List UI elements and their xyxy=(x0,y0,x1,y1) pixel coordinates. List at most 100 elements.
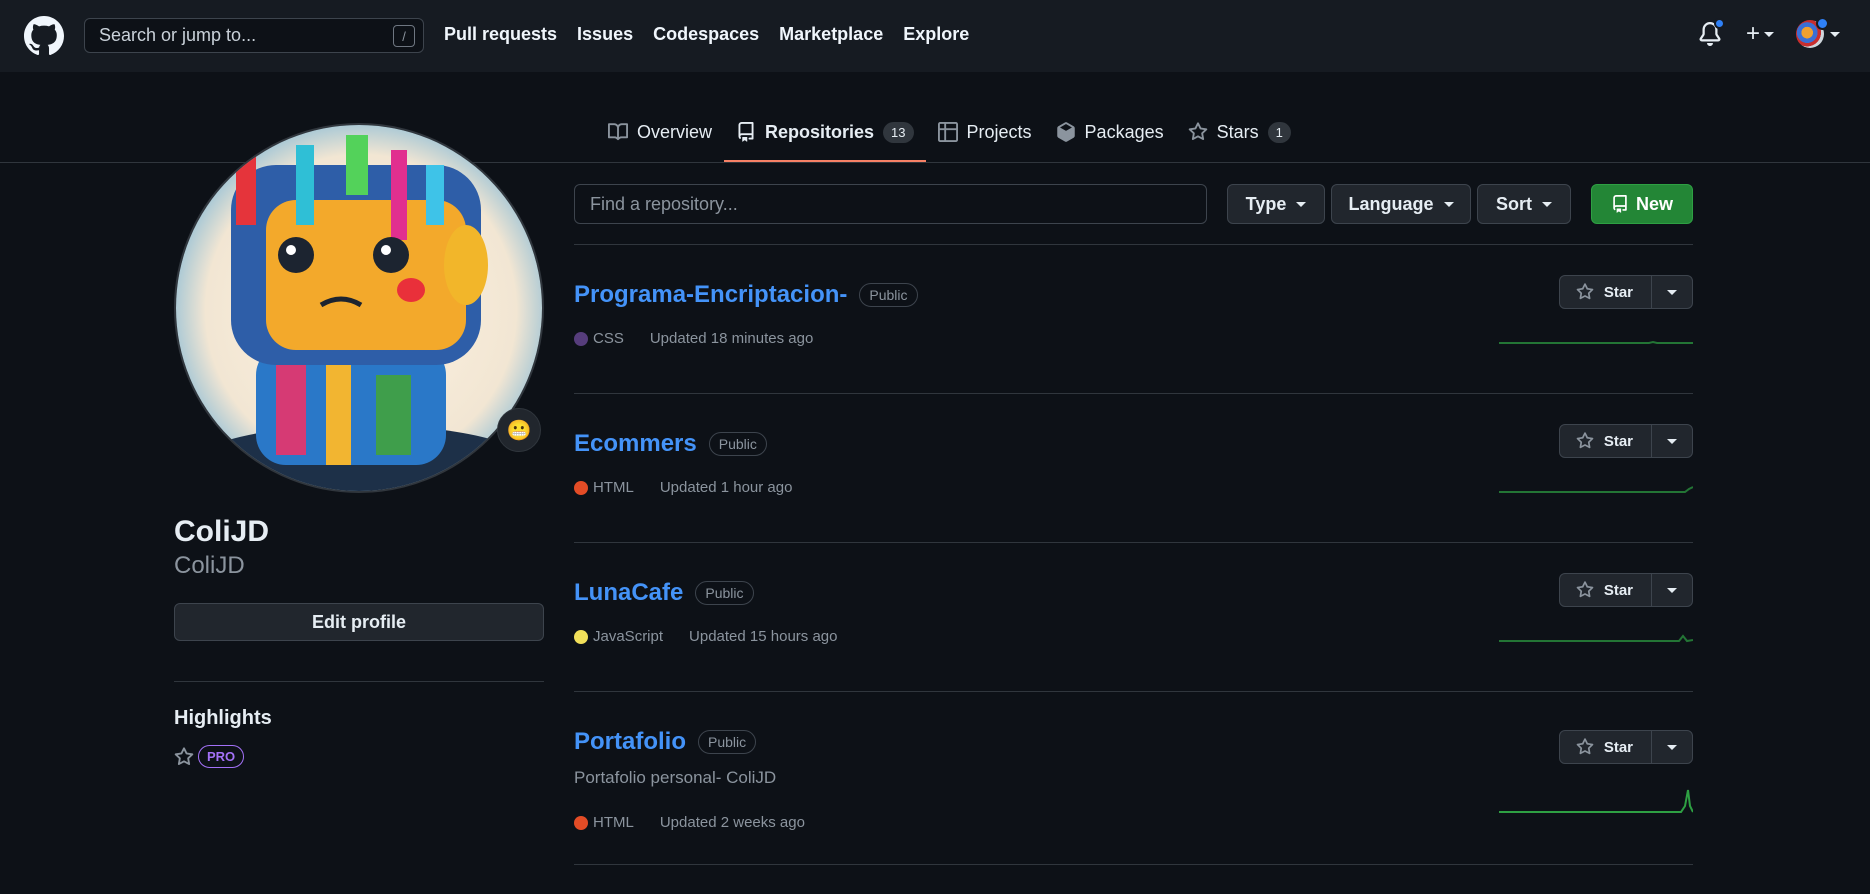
star-list-dropdown[interactable] xyxy=(1652,276,1692,308)
updated-time: Updated 1 hour ago xyxy=(659,479,793,496)
notification-dot xyxy=(1713,18,1725,29)
repo-name-link[interactable]: Portafolio xyxy=(574,728,686,756)
repo-title-row: Ecommers Public xyxy=(574,430,767,458)
star-label: Star xyxy=(1603,738,1633,756)
sort-button[interactable]: Sort xyxy=(1477,184,1571,224)
star-button[interactable]: Star xyxy=(1560,276,1652,308)
notifications-bell-icon[interactable] xyxy=(1696,18,1725,48)
top-header: Search or jump to... / Pull requests Iss… xyxy=(0,0,1870,72)
repo-name-link[interactable]: Programa-Encriptacion- xyxy=(574,281,847,309)
chevron-down-icon xyxy=(1542,201,1552,207)
global-nav: Pull requests Issues Codespaces Marketpl… xyxy=(444,24,969,45)
repo-item: Portafolio Public Portafolio personal- C… xyxy=(574,692,1693,865)
star-icon xyxy=(1576,283,1594,300)
activity-sparkline xyxy=(1499,789,1693,813)
updated-time: Updated 2 weeks ago xyxy=(659,814,805,831)
star-list-dropdown[interactable] xyxy=(1652,574,1692,606)
tab-label: Stars xyxy=(1216,121,1259,142)
shortcut-key-badge: / xyxy=(393,25,415,47)
tab-stars[interactable]: Stars 1 xyxy=(1176,112,1303,152)
star-button[interactable]: Star xyxy=(1560,425,1652,457)
star-icon xyxy=(1576,738,1594,755)
chevron-down-icon xyxy=(1667,587,1677,593)
repo-title-row: Portafolio Public xyxy=(574,728,757,756)
nav-explore[interactable]: Explore xyxy=(903,24,969,45)
repo-name-link[interactable]: LunaCafe xyxy=(574,579,683,607)
star-label: Star xyxy=(1603,283,1633,301)
language-filter-button[interactable]: Language xyxy=(1331,184,1471,224)
updated-time: Updated 18 minutes ago xyxy=(649,330,814,347)
repo-meta: CSS Updated 18 minutes ago xyxy=(574,330,813,347)
repo-meta: HTML Updated 2 weeks ago xyxy=(574,814,805,831)
language-label: CSS xyxy=(593,330,624,347)
star-button-group: Star xyxy=(1558,424,1693,458)
language-color-dot xyxy=(574,815,588,830)
star-button-group: Star xyxy=(1558,275,1693,309)
repo-title-row: LunaCafe Public xyxy=(574,579,754,607)
activity-sparkline xyxy=(1499,486,1693,493)
chevron-down-icon xyxy=(1667,438,1677,444)
plus-icon: + xyxy=(1745,20,1760,47)
repo-meta: HTML Updated 1 hour ago xyxy=(574,479,792,496)
visibility-badge: Public xyxy=(695,581,754,605)
star-icon xyxy=(1576,432,1594,449)
repo-language: HTML xyxy=(574,479,634,496)
set-status-button[interactable]: 😬 xyxy=(497,408,541,452)
tab-projects[interactable]: Projects xyxy=(926,112,1044,152)
book-icon xyxy=(608,123,628,141)
repo-icon xyxy=(1613,195,1627,213)
nav-pull-requests[interactable]: Pull requests xyxy=(444,24,557,45)
highlights-heading: Highlights xyxy=(174,707,272,729)
repo-count-badge: 13 xyxy=(883,121,914,143)
status-emoji: 😬 xyxy=(506,419,532,442)
language-label: HTML xyxy=(593,479,634,496)
edit-profile-button[interactable]: Edit profile xyxy=(174,603,544,641)
star-label: Star xyxy=(1603,581,1633,599)
chevron-down-icon xyxy=(1443,201,1454,207)
repo-icon xyxy=(738,122,754,142)
tab-repositories[interactable]: Repositories 13 xyxy=(724,112,926,162)
repo-item: LunaCafe Public JavaScript Updated 15 ho… xyxy=(574,543,1693,692)
tab-overview[interactable]: Overview xyxy=(596,112,724,152)
avatar xyxy=(1796,17,1829,48)
user-menu[interactable] xyxy=(1796,17,1840,48)
github-logo-icon[interactable] xyxy=(24,16,64,56)
search-input[interactable]: Search or jump to... / xyxy=(84,18,424,53)
sidebar-divider xyxy=(174,681,544,682)
chevron-down-icon xyxy=(1667,744,1677,750)
visibility-badge: Public xyxy=(708,432,767,456)
star-list-dropdown[interactable] xyxy=(1652,425,1692,457)
repo-name-link[interactable]: Ecommers xyxy=(574,430,697,458)
activity-sparkline xyxy=(1499,634,1693,643)
find-repository-input[interactable]: Find a repository... xyxy=(574,184,1207,224)
pro-badge: PRO xyxy=(198,745,245,768)
highlights-row: PRO xyxy=(174,745,245,768)
search-placeholder: Search or jump to... xyxy=(99,25,257,45)
type-filter-button[interactable]: Type xyxy=(1227,184,1325,224)
status-dot xyxy=(1816,17,1829,30)
star-button-group: Star xyxy=(1558,573,1693,607)
star-button[interactable]: Star xyxy=(1560,574,1652,606)
language-label: HTML xyxy=(593,814,634,831)
nav-codespaces[interactable]: Codespaces xyxy=(653,24,759,45)
repo-language: JavaScript xyxy=(574,628,663,645)
star-icon xyxy=(1188,122,1207,141)
star-icon xyxy=(1576,581,1594,598)
package-icon xyxy=(1056,122,1075,142)
tab-packages[interactable]: Packages xyxy=(1044,112,1176,152)
stars-count-badge: 1 xyxy=(1267,121,1291,143)
tab-label: Overview xyxy=(637,121,713,142)
tab-label: Packages xyxy=(1084,121,1164,142)
nav-issues[interactable]: Issues xyxy=(577,24,633,45)
create-new-dropdown[interactable]: + xyxy=(1746,20,1774,48)
header-actions: + xyxy=(1696,17,1840,48)
table-icon xyxy=(937,122,958,142)
star-button[interactable]: Star xyxy=(1560,731,1652,763)
chevron-down-icon xyxy=(1764,31,1774,37)
new-repository-button[interactable]: New xyxy=(1591,184,1693,224)
repo-item: Programa-Encriptacion- Public CSS Update… xyxy=(574,245,1693,394)
nav-marketplace[interactable]: Marketplace xyxy=(779,24,883,45)
star-list-dropdown[interactable] xyxy=(1652,731,1692,763)
tab-label: Repositories xyxy=(765,121,875,142)
sort-label: Sort xyxy=(1496,193,1532,214)
